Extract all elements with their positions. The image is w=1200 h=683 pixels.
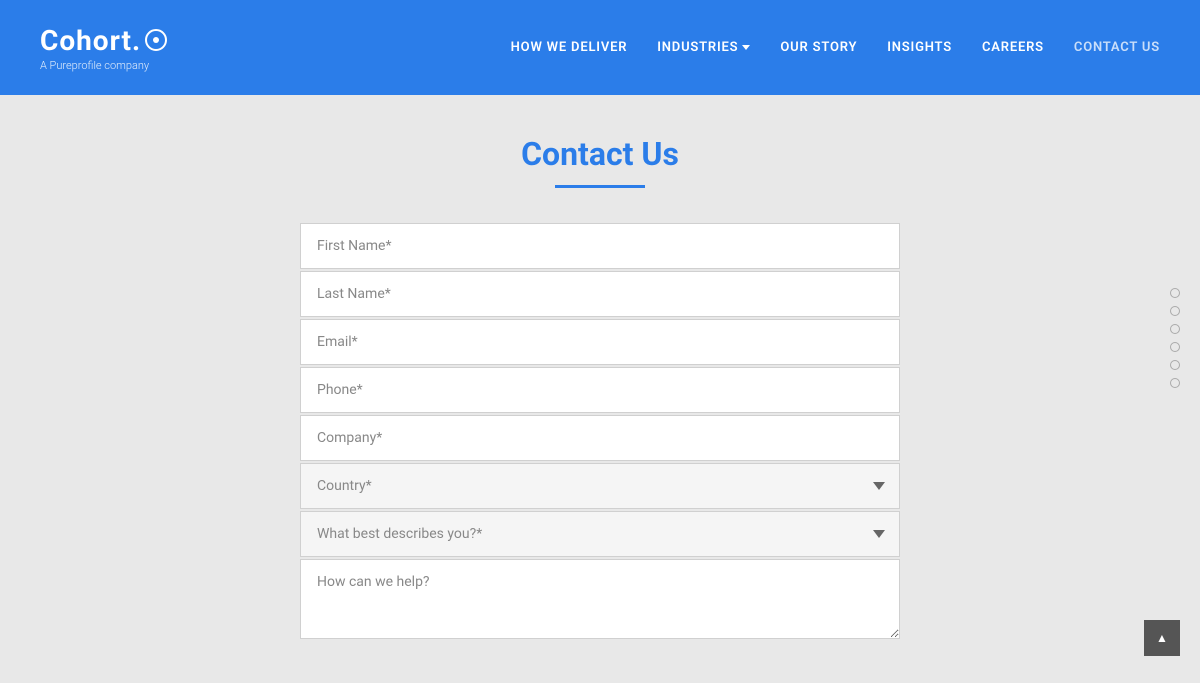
message-textarea[interactable] <box>300 559 900 639</box>
side-dot-5[interactable] <box>1170 360 1180 370</box>
nav-how-we-deliver[interactable]: HOW WE DELIVER <box>511 40 628 55</box>
logo-subtitle: A Pureprofile company <box>40 59 167 72</box>
last-name-field <box>300 271 900 317</box>
contact-form: Country* What best describes you?* <box>300 223 900 643</box>
email-input[interactable] <box>300 319 900 365</box>
side-navigation-dots <box>1170 288 1180 388</box>
side-dot-4[interactable] <box>1170 342 1180 352</box>
phone-field <box>300 367 900 413</box>
site-header: Cohort. A Pureprofile company HOW WE DEL… <box>0 0 1200 95</box>
logo-name: Cohort. <box>40 24 167 57</box>
logo[interactable]: Cohort. A Pureprofile company <box>40 24 167 72</box>
country-field: Country* <box>300 463 900 509</box>
nav-insights[interactable]: INSIGHTS <box>887 40 952 55</box>
first-name-field <box>300 223 900 269</box>
phone-input[interactable] <box>300 367 900 413</box>
page-title: Contact Us <box>20 135 1180 173</box>
message-field <box>300 559 900 643</box>
side-dot-3[interactable] <box>1170 324 1180 334</box>
chevron-down-icon <box>742 45 750 50</box>
nav-industries[interactable]: INDUSTRIES <box>657 40 750 55</box>
scroll-to-top-button[interactable] <box>1144 620 1180 656</box>
side-dot-6[interactable] <box>1170 378 1180 388</box>
nav-contact-us[interactable]: CONTACT US <box>1074 40 1160 55</box>
company-input[interactable] <box>300 415 900 461</box>
logo-icon <box>145 29 167 51</box>
describes-select[interactable]: What best describes you?* <box>300 511 900 557</box>
describes-field: What best describes you?* <box>300 511 900 557</box>
title-underline <box>555 185 645 188</box>
company-field <box>300 415 900 461</box>
email-field <box>300 319 900 365</box>
nav-careers[interactable]: CAREERS <box>982 40 1044 55</box>
side-dot-2[interactable] <box>1170 306 1180 316</box>
page-title-section: Contact Us <box>20 135 1180 188</box>
main-nav: HOW WE DELIVER INDUSTRIES OUR STORY INSI… <box>511 40 1160 55</box>
last-name-input[interactable] <box>300 271 900 317</box>
side-dot-1[interactable] <box>1170 288 1180 298</box>
main-content: Contact Us Country* What best describes … <box>0 95 1200 683</box>
nav-our-story[interactable]: OUR STORY <box>780 40 857 55</box>
first-name-input[interactable] <box>300 223 900 269</box>
country-select[interactable]: Country* <box>300 463 900 509</box>
